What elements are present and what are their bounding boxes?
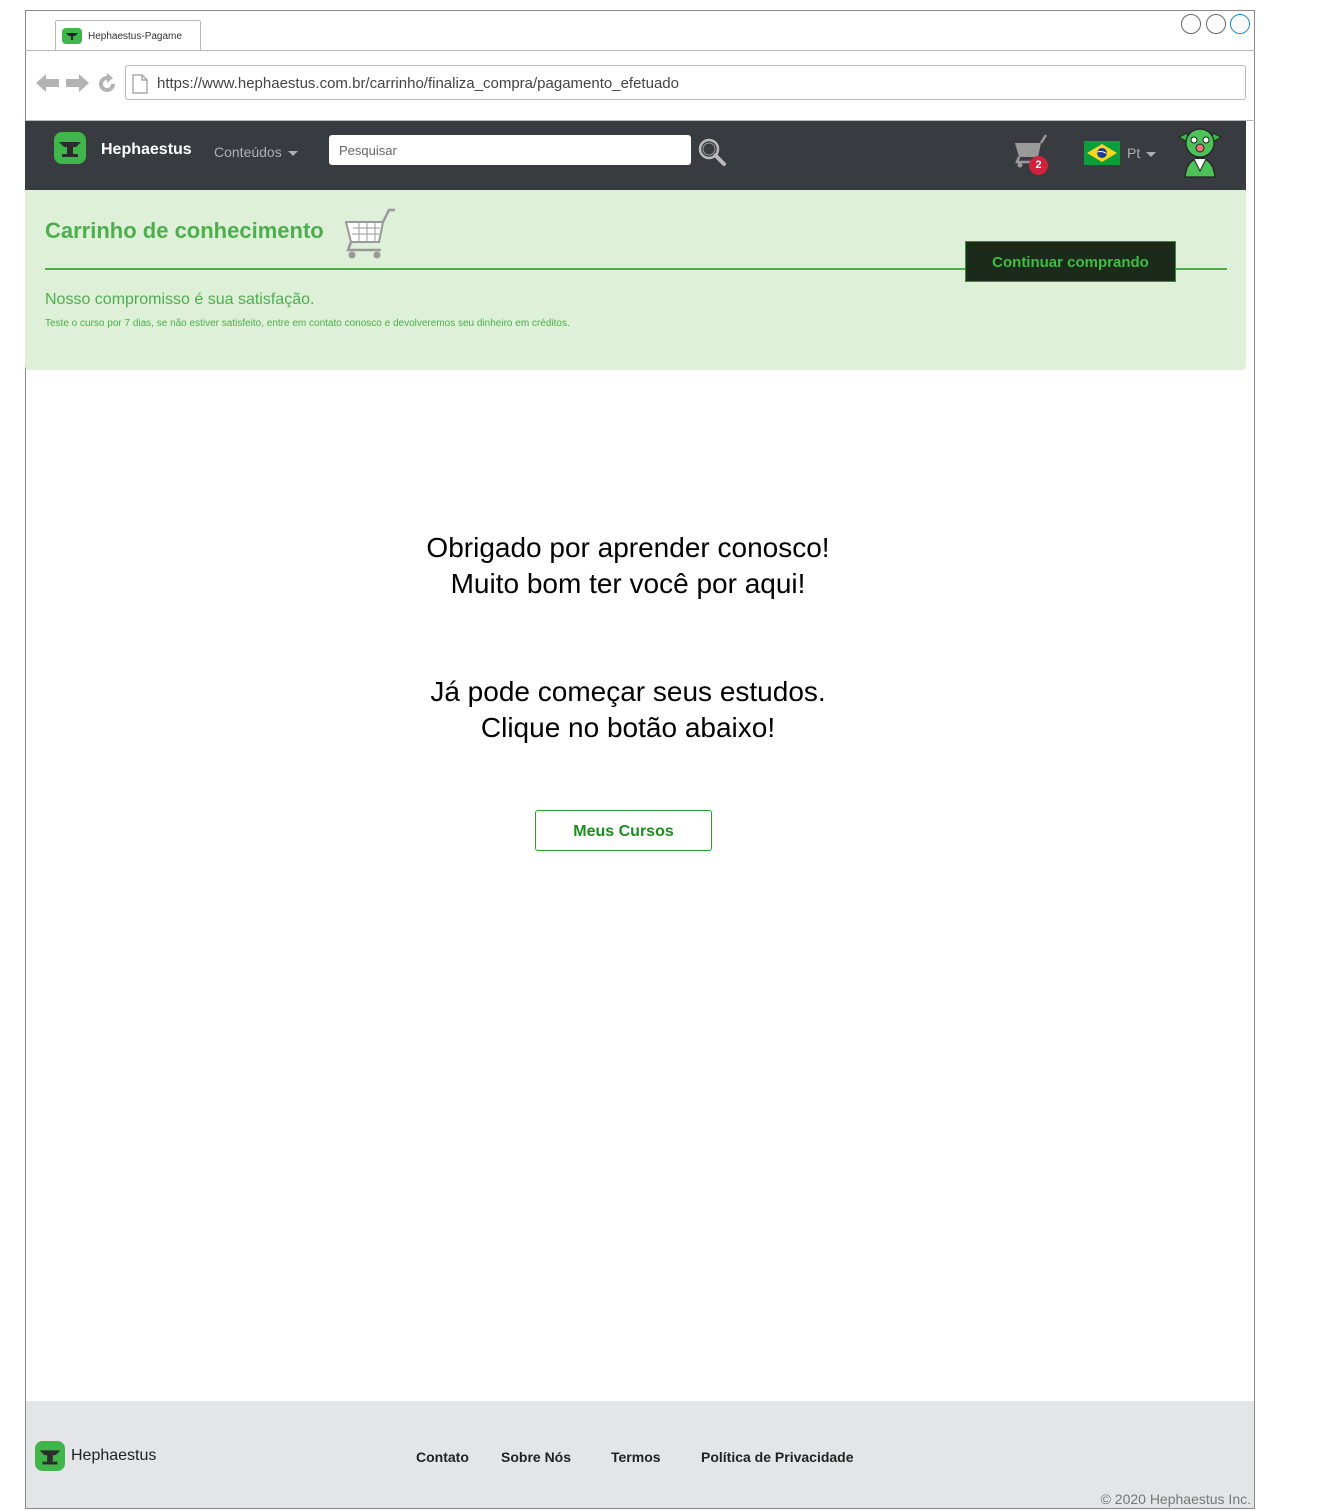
cart-title: Carrinho de conhecimento [45, 218, 324, 243]
language-dropdown[interactable]: Pt [1127, 145, 1157, 161]
start-message-line-1: Já pode começar seus estudos. [430, 676, 826, 707]
reload-icon[interactable] [96, 73, 118, 100]
cart-count-badge: 2 [1029, 156, 1048, 175]
window-minimize-button[interactable] [1181, 14, 1201, 34]
page-document-icon [132, 74, 148, 99]
url-text: https://www.hephaestus.com.br/carrinho/f… [157, 75, 679, 92]
language-label: Pt [1127, 145, 1141, 161]
navbar-brand[interactable]: Hephaestus [101, 141, 192, 159]
start-message-line-2: Clique no botão abaixo! [480, 712, 776, 743]
footer-link-privacy[interactable]: Política de Privacidade [701, 1449, 854, 1465]
brazil-flag-icon[interactable] [1084, 141, 1120, 170]
contents-dropdown[interactable]: Conteúdos [214, 144, 298, 160]
back-arrow-icon[interactable] [36, 72, 60, 99]
browser-tab[interactable]: Hephaestus-Pagame [55, 20, 201, 50]
footer-link-contact[interactable]: Contato [416, 1449, 469, 1465]
address-bar[interactable]: https://www.hephaestus.com.br/carrinho/f… [125, 65, 1246, 100]
continue-shopping-button[interactable]: Continuar comprando [965, 241, 1176, 282]
search-input[interactable] [329, 135, 691, 165]
user-avatar[interactable] [1177, 125, 1223, 184]
shopping-cart-icon [343, 208, 397, 267]
caret-down-icon [287, 150, 298, 156]
footer-logo-icon[interactable] [35, 1441, 65, 1476]
window-close-button[interactable] [1230, 14, 1250, 34]
hephaestus-logo-icon[interactable] [54, 132, 86, 169]
footer-brand[interactable]: Hephaestus [71, 1447, 156, 1465]
tab-strip-border [25, 50, 1255, 51]
footer-link-about[interactable]: Sobre Nós [501, 1449, 571, 1465]
my-courses-button[interactable]: Meus Cursos [535, 810, 712, 851]
copyright-text: © 2020 Hephaestus Inc. [1100, 1491, 1251, 1507]
commitment-detail: Teste o curso por 7 dias, se não estiver… [45, 318, 570, 329]
tab-title: Hephaestus-Pagame [88, 31, 182, 42]
caret-down-icon [1146, 151, 1157, 157]
site-favicon-icon [62, 28, 82, 49]
commitment-heading: Nosso compromisso é sua satisfação. [45, 291, 315, 308]
forward-arrow-icon[interactable] [65, 72, 89, 99]
thanks-message-line-1: Obrigado por aprender conosco! [426, 532, 830, 563]
thanks-message-line-2: Muito bom ter você por aqui! [450, 568, 806, 599]
search-icon[interactable] [697, 137, 727, 172]
window-maximize-button[interactable] [1206, 14, 1226, 34]
footer-link-terms[interactable]: Termos [611, 1449, 661, 1465]
contents-dropdown-label: Conteúdos [214, 144, 282, 160]
